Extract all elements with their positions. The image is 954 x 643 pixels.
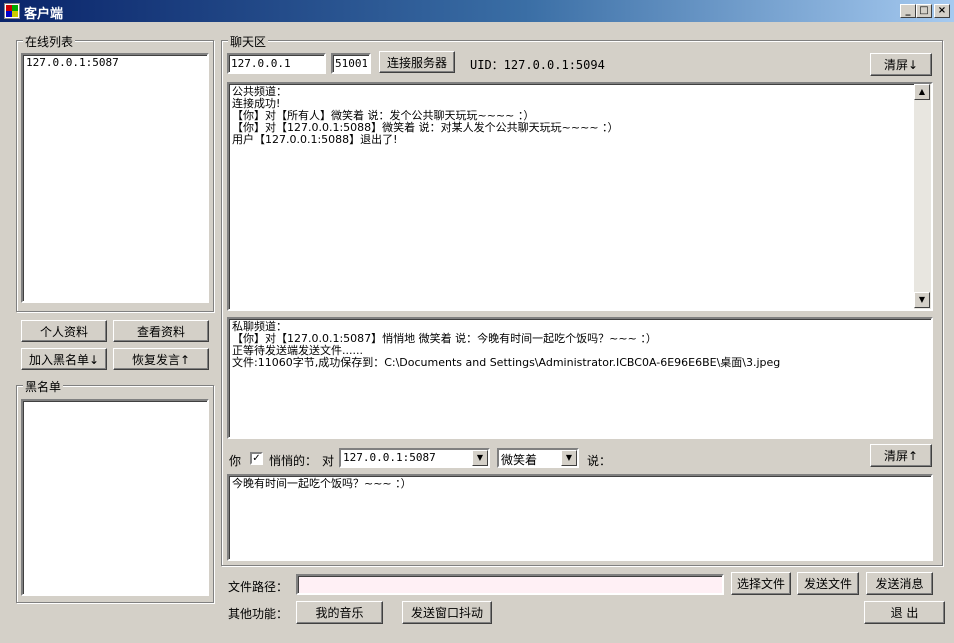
view-profile-button[interactable]: 查看资料 bbox=[113, 320, 209, 342]
chevron-down-icon[interactable]: ▼ bbox=[472, 450, 488, 466]
chevron-down-icon[interactable]: ▼ bbox=[561, 450, 577, 466]
title-bar: 客户端 _ □ × bbox=[0, 0, 954, 22]
to-label: 对 bbox=[322, 454, 335, 468]
whisper-checkbox[interactable]: ✓ bbox=[250, 452, 263, 465]
chat-label: 聊天区 bbox=[228, 33, 269, 50]
send-message-button[interactable]: 发送消息 bbox=[866, 572, 933, 595]
shake-window-button[interactable]: 发送窗口抖动 bbox=[402, 601, 492, 624]
other-functions-label: 其他功能： bbox=[228, 607, 289, 621]
blacklist-label: 黑名单 bbox=[23, 378, 64, 395]
scroll-down-icon[interactable]: ▼ bbox=[914, 292, 930, 308]
add-blacklist-button[interactable]: 加入黑名单↓ bbox=[21, 348, 107, 370]
expression-select[interactable]: 微笑着 ▼ bbox=[497, 448, 579, 468]
exit-button[interactable]: 退 出 bbox=[864, 601, 945, 624]
expression-value: 微笑着 bbox=[501, 453, 538, 467]
online-user-item[interactable]: 127.0.0.1:5087 bbox=[26, 57, 204, 69]
public-chat-scrollbar[interactable]: ▲ ▼ bbox=[914, 84, 931, 309]
clear-private-button[interactable]: 清屏↑ bbox=[870, 444, 932, 467]
restore-speech-button[interactable]: 恢复发言↑ bbox=[113, 348, 209, 370]
private-chat-log[interactable]: 私聊频道： 【你】对【127.0.0.1:5087】悄悄地 微笑着 说：今晚有时间… bbox=[227, 317, 933, 439]
file-path-input[interactable] bbox=[296, 574, 724, 595]
connect-server-button[interactable]: 连接服务器 bbox=[379, 51, 455, 73]
maximize-button[interactable]: □ bbox=[916, 4, 932, 18]
uid-label: UID：127.0.0.1:5094 bbox=[470, 58, 605, 72]
server-ip-input[interactable] bbox=[227, 53, 326, 74]
public-chat-line: 用户【127.0.0.1:5088】退出了! bbox=[232, 133, 398, 146]
public-chat-log[interactable]: 公共频道： 连接成功! 【你】对【所有人】微笑着 说：发个公共聊天玩玩~~~~ ：）… bbox=[227, 82, 933, 311]
whisper-label: 悄悄的： bbox=[269, 454, 318, 468]
target-user-value: 127.0.0.1:5087 bbox=[343, 451, 436, 464]
public-chat-line: 公共频道： bbox=[232, 85, 287, 98]
file-path-label: 文件路径： bbox=[228, 580, 289, 594]
clear-public-button[interactable]: 清屏↓ bbox=[870, 53, 932, 76]
choose-file-button[interactable]: 选择文件 bbox=[731, 572, 791, 595]
close-button[interactable]: × bbox=[934, 4, 950, 18]
you-label: 你 bbox=[229, 454, 242, 468]
scroll-up-icon[interactable]: ▲ bbox=[914, 84, 930, 100]
target-user-select[interactable]: 127.0.0.1:5087 ▼ bbox=[339, 448, 490, 468]
message-text: 今晚有时间一起吃个饭吗？~~~ ：） bbox=[232, 477, 412, 490]
send-file-button[interactable]: 发送文件 bbox=[797, 572, 859, 595]
profile-button[interactable]: 个人资料 bbox=[21, 320, 107, 342]
server-port-input[interactable] bbox=[331, 53, 371, 74]
window-title: 客户端 bbox=[24, 7, 64, 22]
blacklist-list[interactable] bbox=[21, 399, 209, 596]
online-list[interactable]: 127.0.0.1:5087 bbox=[21, 53, 209, 303]
private-chat-line: 文件:11060字节,成功保存到：C:\Documents and Settin… bbox=[232, 356, 781, 369]
my-music-button[interactable]: 我的音乐 bbox=[296, 601, 383, 624]
minimize-button[interactable]: _ bbox=[900, 4, 916, 18]
online-list-label: 在线列表 bbox=[23, 33, 76, 50]
say-label: 说： bbox=[587, 454, 612, 468]
app-icon bbox=[4, 3, 20, 19]
message-input[interactable]: 今晚有时间一起吃个饭吗？~~~ ：） bbox=[227, 474, 933, 561]
